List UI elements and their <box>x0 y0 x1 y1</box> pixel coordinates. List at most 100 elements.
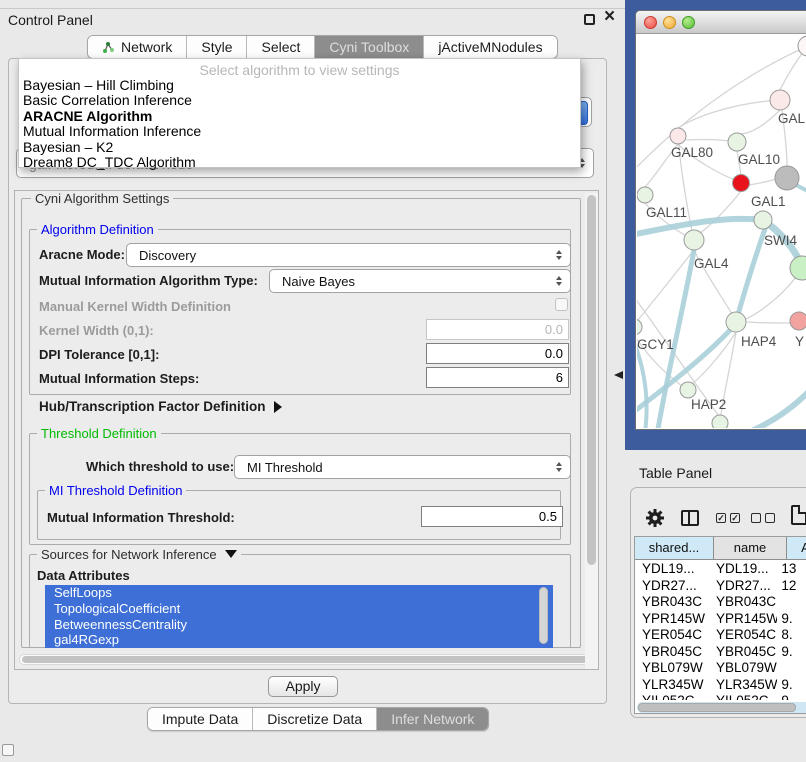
network-node[interactable] <box>712 415 728 428</box>
tab-jactivemnodules[interactable]: jActiveMNodules <box>424 36 556 58</box>
network-node-hap2[interactable] <box>680 382 696 398</box>
columns-icon[interactable] <box>681 510 699 526</box>
table-row[interactable]: YBL079WYBL079W <box>635 660 806 677</box>
float-window-icon[interactable] <box>584 14 595 25</box>
network-edge-highlighted[interactable] <box>747 385 806 428</box>
settings-horizontal-scrollbar[interactable] <box>19 654 597 665</box>
network-node[interactable] <box>775 166 799 190</box>
tab-cyni-toolbox[interactable]: Cyni Toolbox <box>315 36 424 58</box>
dpi-tolerance-field[interactable]: 0.0 <box>426 343 569 364</box>
unchecked-checkbox-icon[interactable] <box>751 513 761 523</box>
dpi-tolerance-label: DPI Tolerance [0,1]: <box>39 347 159 362</box>
tab-network[interactable]: Network <box>88 36 187 58</box>
algorithm-option[interactable]: Basic Correlation Inference <box>19 93 580 108</box>
tab-style[interactable]: Style <box>187 36 247 58</box>
network-node-gal10[interactable] <box>728 133 746 151</box>
table-cell: YBR043C <box>709 594 777 611</box>
manual-kernel-checkbox[interactable] <box>555 298 568 311</box>
network-node-gal4[interactable] <box>684 230 704 250</box>
network-edge[interactable] <box>686 140 729 141</box>
table-cell: 9. <box>777 693 806 700</box>
minimize-traffic-light-icon[interactable] <box>663 16 676 29</box>
network-edge[interactable] <box>749 179 776 185</box>
chevron-updown-icon <box>555 275 563 287</box>
network-node-label: GCY1 <box>637 337 674 352</box>
zoom-traffic-light-icon[interactable] <box>682 16 695 29</box>
checked-checkbox-icon[interactable]: ✓ <box>730 513 740 523</box>
network-node-gal1[interactable] <box>733 175 750 192</box>
checked-checkbox-icon[interactable]: ✓ <box>716 513 726 523</box>
table-horizontal-scrollbar[interactable] <box>637 702 806 713</box>
tab-label: Discretize Data <box>267 711 362 727</box>
algorithm-option[interactable]: Bayesian – Hill Climbing <box>19 78 580 93</box>
network-node-gcy1[interactable] <box>637 319 642 335</box>
column-header-name[interactable]: name <box>714 537 787 560</box>
aracne-mode-combo[interactable]: Discovery <box>126 243 571 267</box>
attribute-list-item[interactable]: BetweennessCentrality <box>45 617 553 633</box>
network-node-gal[interactable] <box>770 90 790 110</box>
network-window-titlebar[interactable] <box>636 11 806 34</box>
table-row[interactable]: YER054CYER054C8. <box>635 627 806 644</box>
table-row[interactable]: YBR043CYBR043C <box>635 594 806 611</box>
settings-vertical-scrollbar[interactable] <box>585 193 598 669</box>
mi-type-combo[interactable]: Naive Bayes <box>269 269 571 293</box>
table-cell: 13 <box>777 561 806 578</box>
network-node-y[interactable] <box>790 312 806 330</box>
mi-steps-field[interactable]: 6 <box>426 367 569 388</box>
algorithm-option[interactable]: Dream8 DC_TDC Algorithm <box>19 155 580 170</box>
close-icon[interactable]: × <box>604 7 615 27</box>
kernel-width-label: Kernel Width (0,1): <box>39 323 154 338</box>
mi-type-label: Mutual Information Algorithm Type: <box>39 273 258 288</box>
unchecked-checkbox-icon[interactable] <box>765 513 775 523</box>
network-node-label: GAL1 <box>751 194 786 209</box>
list-scrollbar[interactable] <box>539 587 548 644</box>
file-icon[interactable] <box>791 505 806 525</box>
algorithm-option[interactable]: ARACNE Algorithm <box>19 109 580 124</box>
collapse-arrow-icon <box>225 550 237 558</box>
network-node-label: SWI4 <box>764 233 797 248</box>
close-traffic-light-icon[interactable] <box>644 16 657 29</box>
table-row[interactable]: YBR045CYBR045C9. <box>635 644 806 661</box>
attribute-list-item[interactable]: gal4RGexp <box>45 632 553 648</box>
tab-discretize-data[interactable]: Discretize Data <box>253 708 377 730</box>
table-row[interactable]: YLR345WYLR345W9. <box>635 677 806 694</box>
table-row[interactable]: YDL19...YDL19...13 <box>635 561 806 578</box>
algorithm-option[interactable]: Bayesian – K2 <box>19 140 580 155</box>
which-threshold-combo[interactable]: MI Threshold <box>234 455 571 479</box>
kernel-width-field[interactable]: 0.0 <box>426 319 569 340</box>
column-header-a[interactable]: A <box>787 537 806 560</box>
tab-infer-network[interactable]: Infer Network <box>377 708 488 730</box>
hub-section-toggle[interactable]: Hub/Transcription Factor Definition <box>39 399 282 414</box>
table-row[interactable]: YDR27...YDR27...12 <box>635 578 806 595</box>
sources-section-toggle[interactable]: Sources for Network Inference <box>37 547 241 562</box>
network-edge-highlighted[interactable] <box>737 226 766 318</box>
network-canvas[interactable]: GALGAL80GAL10GAL1GAL11SWI4GAL4GCY1HAP4YH… <box>637 35 806 428</box>
mi-threshold-field[interactable]: 0.5 <box>421 506 563 527</box>
network-edge[interactable] <box>737 110 780 134</box>
network-node-label: GAL10 <box>738 152 780 167</box>
table-cell: 9. <box>777 677 806 694</box>
network-edge[interactable] <box>747 322 790 323</box>
network-node-gal80[interactable] <box>670 128 686 144</box>
table-row[interactable]: YPR145WYPR145W9. <box>635 611 806 628</box>
algorithm-option[interactable]: Mutual Information Inference <box>19 124 580 139</box>
apply-button[interactable]: Apply <box>268 676 338 697</box>
panel-grip-icon[interactable] <box>2 744 14 756</box>
tab-impute-data[interactable]: Impute Data <box>148 708 253 730</box>
attribute-list-item[interactable]: TopologicalCoefficient <box>45 601 553 617</box>
table-row[interactable]: YIL052CYIL052C9. <box>635 693 806 700</box>
column-header-shared[interactable]: shared... <box>635 537 714 560</box>
tab-label: Select <box>261 39 300 55</box>
application-window: Control Panel × NetworkStyle Select Cyni T… <box>0 0 806 762</box>
tab-select[interactable]: Select <box>247 36 315 58</box>
network-node[interactable] <box>798 36 806 56</box>
attribute-list-item[interactable]: SelfLoops <box>45 585 553 601</box>
network-node-swi4[interactable] <box>754 211 772 229</box>
control-panel-title: Control Panel <box>8 12 93 28</box>
network-edge[interactable] <box>700 191 741 233</box>
network-node-gal11[interactable] <box>637 187 653 203</box>
cyni-bottom-tabs: Impute Data Discretize Data Infer Network <box>147 707 489 731</box>
network-node-hap4[interactable] <box>726 312 746 332</box>
network-node[interactable] <box>790 256 806 280</box>
gear-icon[interactable] <box>645 508 665 528</box>
